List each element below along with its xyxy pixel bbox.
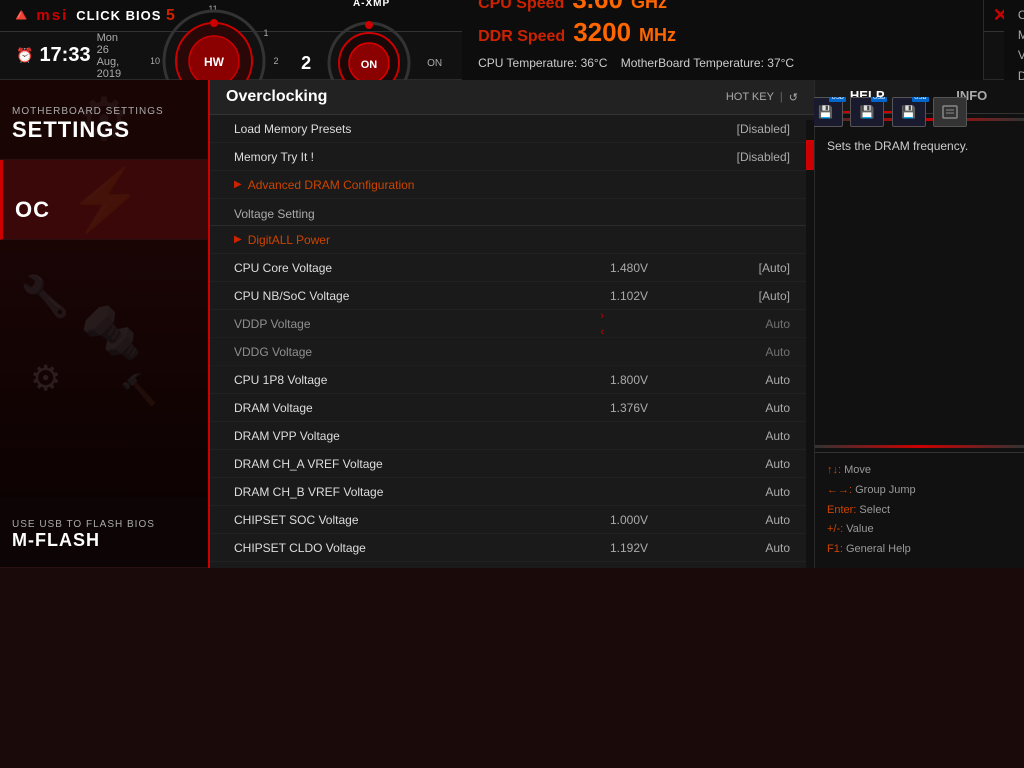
hotkey-button[interactable]: HOT KEY | ↺ [726,91,798,104]
setting-vddg-voltage[interactable]: VDDG Voltage Auto [210,338,814,366]
voltage-section-header: Voltage Setting [210,199,814,226]
boot-device-12[interactable] [933,97,967,127]
scrollbar-thumb[interactable] [806,140,814,170]
f1-desc: General Help [846,543,911,555]
clock-icon: ⏰ [16,47,33,64]
axmp-label: A-XMP [353,0,390,9]
setting-chipset-soc-voltage[interactable]: CHIPSET SOC Voltage 1.000V Auto [210,506,814,534]
cpu-temp-value: 36°C [581,56,608,70]
setting-load-memory[interactable]: Load Memory Presets [Disabled] [210,115,814,143]
setting-memory-try[interactable]: Memory Try It ! [Disabled] [210,143,814,171]
msi-dragon-icon: 🔺 [10,5,32,26]
enter-key: Enter: [827,504,856,516]
cpu-speed-value: 3.60 [572,0,623,15]
help-panel: HELP INFO Sets the DRAM frequency. ↑↓: M… [814,80,1024,568]
settings-list: Load Memory Presets [Disabled] Memory Tr… [210,115,814,563]
help-content: Sets the DRAM frequency. [815,125,1024,441]
scrollbar-track[interactable] [806,120,814,568]
svg-text:2: 2 [274,56,279,66]
setting-dram-chb-vref[interactable]: DRAM CH_B VREF Voltage Auto [210,478,814,506]
setting-dram-voltage[interactable]: DRAM Voltage 1.376V Auto [210,394,814,422]
date-display: Mon 26 Aug, 2019 [97,32,121,80]
sidebar-bg-decor: 🔧 🔩 ⚙ 🔨 [0,240,208,498]
time-section: ⏰ 17:33 Mon 26 Aug, 2019 [16,32,121,80]
sidebar-item-settings[interactable]: ⚙ Motherboard settings SETTINGS [0,80,208,160]
svg-text:🔨: 🔨 [120,372,157,407]
help-divider-bottom [815,445,1024,448]
svg-text:🔩: 🔩 [80,304,142,361]
sidebar-item-oc[interactable]: ⚡ OC [0,160,208,240]
overclocking-title: Overclocking [226,88,327,106]
overclocking-header: Overclocking HOT KEY | ↺ [210,80,814,115]
other-section-header: Other Setting [210,562,814,563]
value-key: +/-: [827,523,843,535]
mb-temp-label: MotherBoard Temperature: [621,56,764,70]
setting-vddp-voltage[interactable]: VDDP Voltage Auto [210,310,814,338]
boot-device-11[interactable]: 💾 USB [892,97,926,127]
move-key: ↑↓: [827,464,841,476]
cpu-speed-label: CPU Speed [478,0,564,13]
separator-icon: | [780,91,783,103]
move-desc: Move [844,464,871,476]
oc-title: OC [15,197,196,223]
mflash-title: M-FLASH [12,530,196,551]
setting-dram-cha-vref[interactable]: DRAM CH_A VREF Voltage Auto [210,450,814,478]
time-display: 17:33 [39,44,90,67]
enter-desc: Select [859,504,890,516]
svg-text:HW: HW [204,55,225,69]
setting-cpu-1p8-voltage[interactable]: CPU 1P8 Voltage 1.800V Auto [210,366,814,394]
mb-temp-value: 37°C [767,56,794,70]
settings-sub-label: Motherboard settings [12,106,196,117]
arrow-icon-digitall: ▶ [234,234,242,245]
side-expand-arrows[interactable]: › ‹ [600,310,604,338]
f1-key: F1: [827,543,843,555]
arrow-icon-adv-dram: ▶ [234,179,242,190]
cpu-label: CPU: [1018,5,1024,25]
hotkey-label: HOT KEY [726,91,774,103]
setting-dram-vpp-voltage[interactable]: DRAM VPP Voltage Auto [210,422,814,450]
axmp-on-indicator: ON [427,58,442,69]
svg-text:10: 10 [151,56,160,66]
setting-cpu-core-voltage[interactable]: CPU Core Voltage 1.480V [Auto] [210,254,814,282]
expand-left-icon[interactable]: ‹ [600,326,604,338]
vcore-label: VCore: [1018,45,1024,65]
axmp-value: 2 [301,53,311,74]
ddr-speed-label: DDR Speed [478,28,565,46]
svg-text:ON: ON [361,59,378,71]
ddr-speed-value: 3200 [573,17,631,48]
group-jump-desc: Group Jump [855,484,916,496]
ddr-speed-unit: MHz [639,25,676,46]
info-bar: ⏰ 17:33 Mon 26 Aug, 2019 GAME BOOST 11 1… [0,32,1024,80]
value-desc: Value [846,523,873,535]
cpu-temp-label: CPU Temperature: [478,56,577,70]
svg-text:1: 1 [264,28,269,38]
msi-brand: msi [36,7,68,24]
content-area: ⚙ Motherboard settings SETTINGS ⚡ OC 🔧 🔩… [0,80,1024,568]
svg-text:🔧: 🔧 [20,272,70,319]
mflash-sub-label: Use USB to flash BIOS [12,519,196,530]
main-content: Overclocking HOT KEY | ↺ Load Memory Pre… [210,80,814,568]
setting-cpu-nb-soc-voltage[interactable]: CPU NB/SoC Voltage 1.102V [Auto] [210,282,814,310]
svg-text:⚙: ⚙ [30,359,61,398]
back-icon: ↺ [789,91,798,104]
sidebar: ⚙ Motherboard settings SETTINGS ⚡ OC 🔧 🔩… [0,80,210,568]
setting-adv-dram[interactable]: ▶ Advanced DRAM Configuration [210,171,814,199]
group-jump-key: ←→: [827,484,852,496]
boot-device-10[interactable]: 💾 USB [850,97,884,127]
setting-digitall-power[interactable]: ▶ DigitALL Power [210,226,814,254]
help-controls: ↑↓: Move ←→: Group Jump Enter: Select +/… [815,452,1024,568]
settings-title: SETTINGS [12,117,196,143]
expand-right-icon[interactable]: › [600,310,604,322]
setting-chipset-cldo-voltage[interactable]: CHIPSET CLDO Voltage 1.192V Auto [210,534,814,562]
cpu-speed-unit: GHz [631,0,667,13]
help-text: Sets the DRAM frequency. [827,139,968,153]
memory-label: Memory Size: [1018,25,1024,45]
msi-logo: 🔺 msi [10,5,68,26]
sidebar-item-mflash[interactable]: Use USB to flash BIOS M-FLASH [0,498,208,568]
